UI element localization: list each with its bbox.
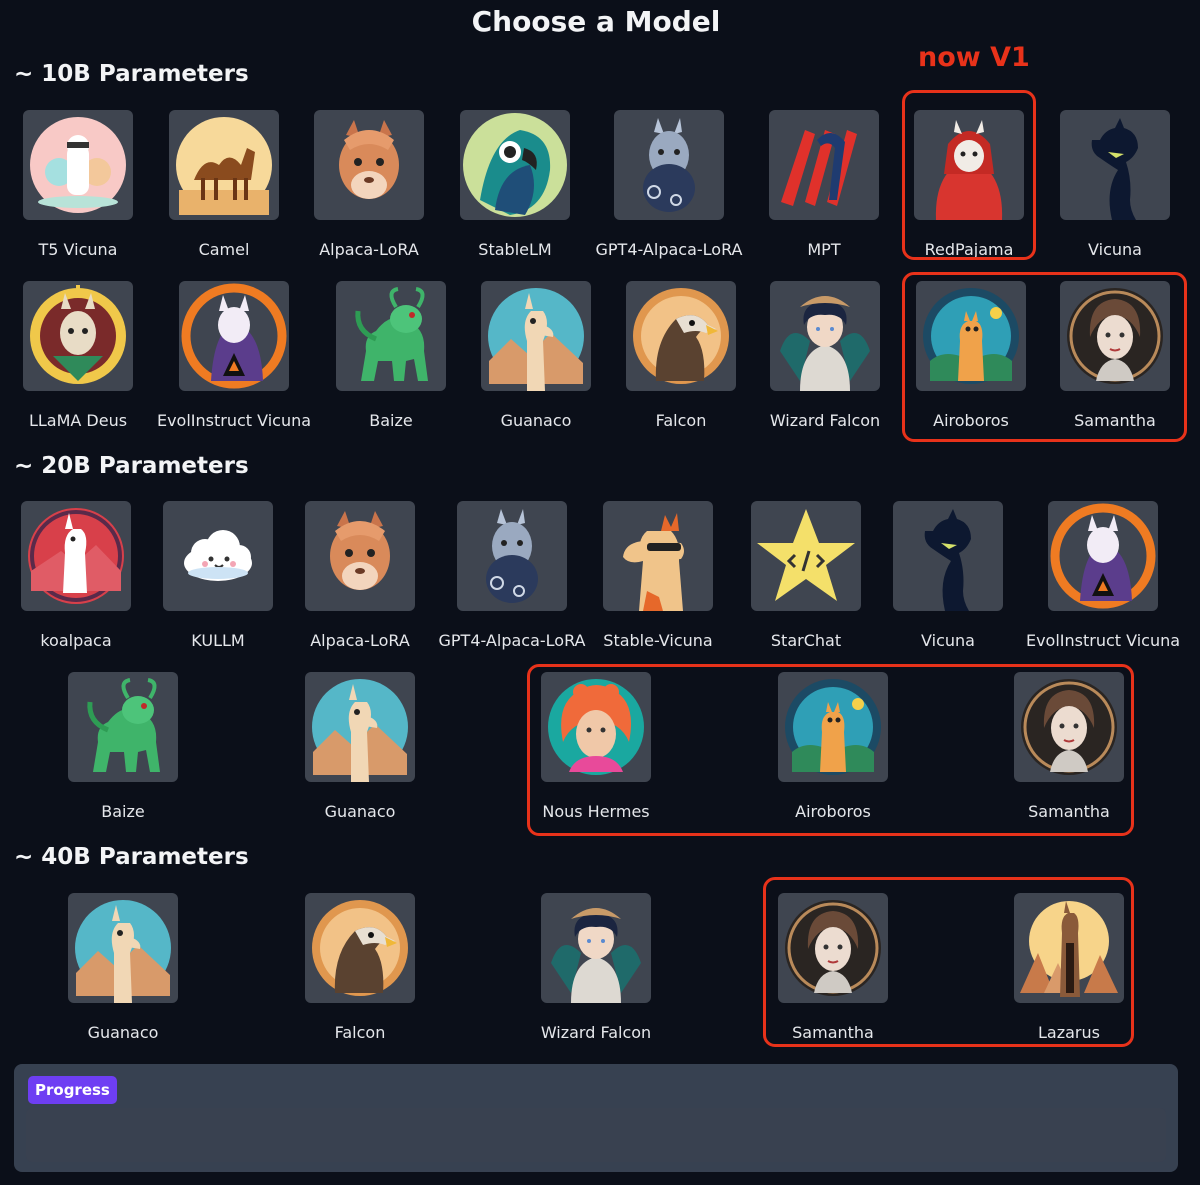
- page-title: Choose a Model: [471, 5, 721, 38]
- model-card-10b-evol[interactable]: EvolInstruct Vicuna: [157, 281, 311, 431]
- gpt4alpaca-avatar-icon: [614, 110, 724, 220]
- nous-avatar-icon: [541, 672, 651, 782]
- model-card-10b-falcon[interactable]: Falcon: [606, 281, 756, 431]
- model-label: Baize: [101, 802, 145, 821]
- model-card-40b-samantha[interactable]: Samantha: [758, 893, 908, 1043]
- model-card-10b-wizard[interactable]: Wizard Falcon: [750, 281, 900, 431]
- model-card-20b-vicuna[interactable]: Vicuna: [873, 501, 1023, 651]
- guanaco-avatar-icon: [481, 281, 591, 391]
- model-card-20b-starchat[interactable]: StarChat: [731, 501, 881, 651]
- model-card-10b-mpt[interactable]: MPT: [749, 110, 899, 260]
- model-card-10b-guanaco[interactable]: Guanaco: [461, 281, 611, 431]
- vicuna-avatar-icon: [1060, 110, 1170, 220]
- annotation-now-v1: now V1: [918, 42, 1030, 73]
- model-label: Falcon: [334, 1023, 386, 1042]
- alpaca-avatar-icon: [305, 501, 415, 611]
- evol-avatar-icon: [179, 281, 289, 391]
- model-card-20b-evol[interactable]: EvolInstruct Vicuna: [1026, 501, 1180, 651]
- koalpaca-avatar-icon: [21, 501, 131, 611]
- model-card-40b-wizard[interactable]: Wizard Falcon: [521, 893, 671, 1043]
- progress-panel: Progress: [14, 1064, 1178, 1172]
- model-card-40b-guanaco[interactable]: Guanaco: [48, 893, 198, 1043]
- llamadeus-avatar-icon: [23, 281, 133, 391]
- model-card-10b-airoboros[interactable]: Airoboros: [896, 281, 1046, 431]
- alpaca-avatar-icon: [314, 110, 424, 220]
- model-label: Samantha: [1028, 802, 1110, 821]
- airoboros-avatar-icon: [916, 281, 1026, 391]
- lazarus-avatar-icon: [1014, 893, 1124, 1003]
- model-label: Samantha: [792, 1023, 874, 1042]
- model-card-10b-camel[interactable]: Camel: [149, 110, 299, 260]
- samantha-avatar-icon: [1014, 672, 1124, 782]
- model-card-10b-t5vicuna[interactable]: T5 Vicuna: [3, 110, 153, 260]
- guanaco-avatar-icon: [68, 893, 178, 1003]
- model-card-10b-baize[interactable]: Baize: [316, 281, 466, 431]
- samantha-avatar-icon: [778, 893, 888, 1003]
- model-card-40b-falcon[interactable]: Falcon: [285, 893, 435, 1043]
- kullm-avatar-icon: [163, 501, 273, 611]
- wizard-avatar-icon: [541, 893, 651, 1003]
- model-card-20b-guanaco[interactable]: Guanaco: [285, 672, 435, 822]
- model-card-10b-alpaca[interactable]: Alpaca-LoRA: [294, 110, 444, 260]
- vicuna-avatar-icon: [893, 501, 1003, 611]
- model-card-20b-nous[interactable]: Nous Hermes: [521, 672, 671, 822]
- model-card-10b-redpajama[interactable]: RedPajama: [894, 110, 1044, 260]
- model-card-10b-vicuna[interactable]: Vicuna: [1040, 110, 1190, 260]
- redpajama-avatar-icon: [914, 110, 1024, 220]
- model-label: Guanaco: [324, 802, 396, 821]
- airoboros-avatar-icon: [778, 672, 888, 782]
- model-card-20b-kullm[interactable]: KULLM: [143, 501, 293, 651]
- evol-avatar-icon: [1048, 501, 1158, 611]
- baize-avatar-icon: [336, 281, 446, 391]
- progress-label: Progress: [28, 1076, 117, 1104]
- model-card-10b-gpt4alpaca[interactable]: GPT4-Alpaca-LoRA: [594, 110, 744, 260]
- model-label: Airoboros: [795, 802, 871, 821]
- model-card-10b-llamadeus[interactable]: LLaMA Deus: [3, 281, 153, 431]
- starchat-avatar-icon: [751, 501, 861, 611]
- guanaco-avatar-icon: [305, 672, 415, 782]
- section-title-40b: ~ 40B Parameters: [14, 844, 249, 870]
- model-card-20b-alpaca[interactable]: Alpaca-LoRA: [285, 501, 435, 651]
- baize-avatar-icon: [68, 672, 178, 782]
- wizard-avatar-icon: [770, 281, 880, 391]
- model-card-40b-lazarus[interactable]: Lazarus: [994, 893, 1144, 1043]
- model-label: Lazarus: [1038, 1023, 1100, 1042]
- stablevicuna-avatar-icon: [603, 501, 713, 611]
- model-card-20b-baize[interactable]: Baize: [48, 672, 198, 822]
- model-card-10b-samantha[interactable]: Samantha: [1040, 281, 1190, 431]
- model-label: Nous Hermes: [542, 802, 650, 821]
- model-label: Vicuna: [1088, 240, 1142, 259]
- model-label: EvolInstruct Vicuna: [1025, 631, 1181, 650]
- model-card-10b-stablelm[interactable]: StableLM: [440, 110, 590, 260]
- t5vicuna-avatar-icon: [23, 110, 133, 220]
- model-card-20b-gpt4alpaca[interactable]: GPT4-Alpaca-LoRA: [437, 501, 587, 651]
- model-card-20b-airoboros[interactable]: Airoboros: [758, 672, 908, 822]
- model-card-20b-samantha[interactable]: Samantha: [994, 672, 1144, 822]
- falcon-avatar-icon: [626, 281, 736, 391]
- model-card-20b-koalpaca[interactable]: koalpaca: [1, 501, 151, 651]
- stablelm-avatar-icon: [460, 110, 570, 220]
- section-title-10b: ~ 10B Parameters: [14, 61, 249, 87]
- model-label: Wizard Falcon: [540, 1023, 652, 1042]
- model-label: Guanaco: [87, 1023, 159, 1042]
- mpt-avatar-icon: [769, 110, 879, 220]
- section-title-20b: ~ 20B Parameters: [14, 453, 249, 479]
- model-label: Samantha: [1074, 411, 1156, 430]
- progress-bar-area: [26, 1108, 1166, 1162]
- camel-avatar-icon: [169, 110, 279, 220]
- model-card-20b-stablevicuna[interactable]: Stable-Vicuna: [583, 501, 733, 651]
- gpt4alpaca-avatar-icon: [457, 501, 567, 611]
- falcon-avatar-icon: [305, 893, 415, 1003]
- samantha-avatar-icon: [1060, 281, 1170, 391]
